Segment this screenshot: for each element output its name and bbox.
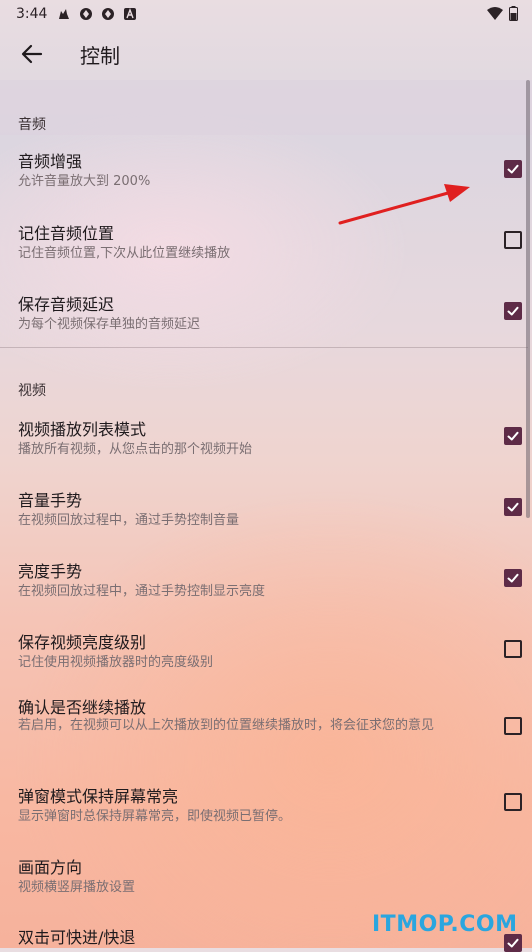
setting-subtitle: 在视频回放过程中，通过手势控制显示亮度 bbox=[18, 584, 266, 599]
app-bar: 控制 bbox=[0, 28, 532, 80]
setting-subtitle: 显示弹窗时总保持屏幕常亮，即使视频已暂停。 bbox=[18, 809, 292, 824]
back-arrow-icon[interactable] bbox=[20, 42, 44, 66]
section-band bbox=[0, 80, 532, 135]
setting-title: 保存视频亮度级别 bbox=[18, 633, 147, 652]
setting-subtitle: 允许音量放大到 200% bbox=[18, 174, 151, 189]
sync-icon bbox=[101, 7, 115, 21]
watermark-logo: ITMOP.COM bbox=[372, 912, 518, 937]
setting-remember-audio-position[interactable]: 记住音频位置 记住音频位置,下次从此位置继续播放 bbox=[0, 218, 532, 278]
setting-title: 亮度手势 bbox=[18, 562, 83, 581]
battery-icon bbox=[509, 6, 518, 25]
cat-icon bbox=[57, 7, 71, 21]
page-title: 控制 bbox=[80, 43, 120, 68]
setting-title: 确认是否继续播放 bbox=[18, 698, 147, 717]
setting-title: 音频增强 bbox=[18, 152, 83, 171]
checkbox[interactable] bbox=[504, 793, 522, 811]
setting-save-video-brightness[interactable]: 保存视频亮度级别 记住使用视频播放器时的亮度级别 bbox=[0, 627, 532, 687]
setting-title: 双击可快进/快退 bbox=[18, 928, 136, 947]
checkbox[interactable] bbox=[504, 640, 522, 658]
setting-save-audio-delay[interactable]: 保存音频延迟 为每个视频保存单独的音频延迟 bbox=[0, 289, 532, 349]
checkbox[interactable] bbox=[504, 717, 522, 735]
status-bar: 3:44 bbox=[0, 0, 532, 28]
setting-subtitle: 记住音频位置,下次从此位置继续播放 bbox=[18, 246, 231, 261]
checkbox[interactable] bbox=[504, 427, 522, 445]
wifi-icon bbox=[487, 6, 503, 25]
setting-volume-gesture[interactable]: 音量手势 在视频回放过程中，通过手势控制音量 bbox=[0, 485, 532, 545]
checkbox[interactable] bbox=[504, 302, 522, 320]
a-icon bbox=[123, 7, 137, 21]
setting-title: 画面方向 bbox=[18, 858, 83, 877]
setting-confirm-resume[interactable]: 确认是否继续播放 若启用，在视频可以从上次播放到的位置继续播放时，将会征求您的意… bbox=[0, 692, 532, 762]
setting-video-playlist-mode[interactable]: 视频播放列表模式 播放所有视频，从您点击的那个视频开始 bbox=[0, 414, 532, 474]
setting-subtitle: 视频横竖屏播放设置 bbox=[18, 880, 136, 895]
setting-subtitle: 若启用，在视频可以从上次播放到的位置继续播放时，将会征求您的意见 bbox=[18, 718, 435, 733]
setting-popup-keep-screen-on[interactable]: 弹窗模式保持屏幕常亮 显示弹窗时总保持屏幕常亮，即使视频已暂停。 bbox=[0, 781, 532, 841]
scrollbar[interactable] bbox=[526, 80, 530, 518]
setting-subtitle: 记住使用视频播放器时的亮度级别 bbox=[18, 655, 214, 670]
checkbox[interactable] bbox=[504, 498, 522, 516]
setting-subtitle: 为每个视频保存单独的音频延迟 bbox=[18, 317, 201, 332]
sync-icon bbox=[79, 7, 93, 21]
section-header-video: 视频 bbox=[18, 383, 46, 399]
setting-subtitle: 播放所有视频，从您点击的那个视频开始 bbox=[18, 442, 253, 457]
section-header-audio: 音频 bbox=[18, 117, 46, 133]
setting-title: 记住音频位置 bbox=[18, 224, 115, 243]
checkbox[interactable] bbox=[504, 160, 522, 178]
setting-subtitle: 在视频回放过程中，通过手势控制音量 bbox=[18, 513, 240, 528]
setting-title: 音量手势 bbox=[18, 491, 83, 510]
setting-brightness-gesture[interactable]: 亮度手势 在视频回放过程中，通过手势控制显示亮度 bbox=[0, 556, 532, 616]
setting-screen-orientation[interactable]: 画面方向 视频横竖屏播放设置 bbox=[0, 852, 532, 912]
section-divider bbox=[0, 347, 528, 348]
status-time: 3:44 bbox=[16, 6, 48, 22]
checkbox[interactable] bbox=[504, 569, 522, 587]
setting-title: 视频播放列表模式 bbox=[18, 420, 147, 439]
setting-title: 弹窗模式保持屏幕常亮 bbox=[18, 787, 179, 806]
checkbox[interactable] bbox=[504, 231, 522, 249]
setting-audio-boost[interactable]: 音频增强 允许音量放大到 200% bbox=[0, 146, 532, 206]
setting-title: 保存音频延迟 bbox=[18, 295, 115, 314]
